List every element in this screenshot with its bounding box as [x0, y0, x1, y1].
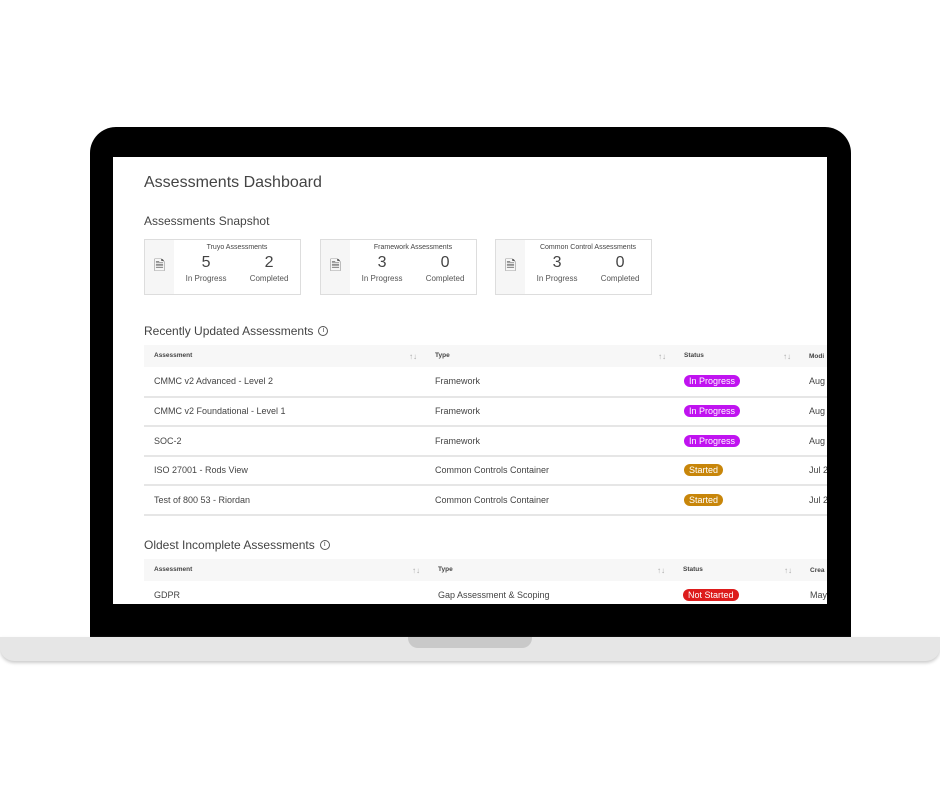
assessment-type: Gap Assessment & Scoping — [428, 581, 673, 604]
date-cell: Aug — [799, 426, 827, 457]
column-header[interactable]: Modi — [799, 345, 827, 367]
in-progress-count: 3 — [377, 254, 387, 271]
assessment-type: Framework — [425, 367, 674, 398]
column-header[interactable]: Crea — [800, 559, 827, 581]
snapshot-card[interactable]: 🗎 Framework Assessments 3 In Progress 0 Co… — [320, 239, 477, 295]
column-header[interactable]: Type ↑↓ — [425, 345, 674, 367]
column-label: Assessment — [154, 565, 193, 573]
table-row[interactable]: CMMC v2 Advanced - Level 2 Framework In Pr… — [144, 367, 827, 398]
column-header[interactable]: Assessment ↑↓ — [144, 345, 425, 367]
completed-label: Completed — [249, 274, 289, 283]
date-cell: Jul 2 — [799, 455, 827, 486]
status-badge: Started — [684, 493, 724, 506]
table-row[interactable]: GDPR Gap Assessment & Scoping Not Started M… — [144, 581, 827, 604]
sort-icon[interactable]: ↑↓ — [784, 566, 792, 575]
in-progress-count: 3 — [552, 254, 562, 271]
column-label: Status — [684, 351, 704, 359]
snapshot-card[interactable]: 🗎 Common Control Assessments 3 In Progres… — [495, 239, 652, 295]
oldest-heading-text: Oldest Incomplete Assessments — [144, 538, 315, 552]
completed-count: 2 — [264, 254, 274, 271]
oldest-assessments-table: Assessment ↑↓ Type ↑↓ Status ↑↓ Crea GDPR Gap As… — [144, 559, 827, 604]
page-title: Assessments Dashboard — [144, 174, 322, 191]
column-label: Assessment — [154, 351, 193, 359]
snapshot-card[interactable]: 🗎 Truyo Assessments 5 In Progress 2 Comple… — [144, 239, 301, 295]
in-progress-label: In Progress — [361, 274, 403, 283]
sort-icon[interactable]: ↑↓ — [658, 352, 666, 361]
completed-count: 0 — [615, 254, 625, 271]
date-cell: Aug — [799, 396, 827, 427]
assessment-type: Common Controls Container — [425, 485, 674, 516]
document-stack-icon: 🗎 — [145, 240, 174, 294]
recent-assessments-table: Assessment ↑↓ Type ↑↓ Status ↑↓ Modi CMMC v2 Ad… — [144, 345, 827, 516]
in-progress-count: 5 — [201, 254, 211, 271]
document-stack-icon: 🗎 — [496, 240, 525, 294]
recent-heading: Recently Updated Assessments i — [144, 324, 329, 338]
status-badge: In Progress — [684, 375, 741, 388]
sort-icon[interactable]: ↑↓ — [783, 352, 791, 361]
column-label: Crea — [810, 566, 825, 574]
info-icon[interactable]: i — [318, 326, 329, 336]
status-badge: Started — [684, 464, 724, 477]
assessment-name[interactable]: SOC-2 — [144, 426, 425, 457]
document-stack-icon: 🗎 — [321, 240, 350, 294]
column-header[interactable]: Assessment ↑↓ — [144, 559, 428, 581]
completed-label: Completed — [425, 274, 465, 283]
sort-icon[interactable]: ↑↓ — [409, 352, 417, 361]
table-header: Assessment ↑↓ Type ↑↓ Status ↑↓ Crea — [144, 559, 827, 581]
info-icon[interactable]: i — [319, 540, 330, 550]
status-badge: Not Started — [683, 589, 739, 602]
column-label: Modi — [809, 352, 825, 360]
date-cell: Aug — [799, 367, 827, 398]
status-cell: Not Started — [673, 581, 800, 604]
table-row[interactable]: SOC-2 Framework In Progress Aug — [144, 426, 827, 457]
snapshot-heading: Assessments Snapshot — [144, 214, 269, 228]
column-header[interactable]: Status ↑↓ — [674, 345, 799, 367]
column-header[interactable]: Type ↑↓ — [428, 559, 673, 581]
table-row[interactable]: ISO 27001 - Rods View Common Controls Con… — [144, 455, 827, 486]
status-cell: Started — [674, 485, 799, 516]
table-row[interactable]: CMMC v2 Foundational - Level 1 Framework I… — [144, 396, 827, 427]
sort-icon[interactable]: ↑↓ — [412, 566, 420, 575]
assessment-name[interactable]: Test of 800 53 - Riordan — [144, 485, 425, 516]
snapshot-heading-text: Assessments Snapshot — [144, 214, 270, 228]
in-progress-label: In Progress — [536, 274, 578, 283]
assessment-name[interactable]: ISO 27001 - Rods View — [144, 455, 425, 486]
column-label: Status — [683, 565, 703, 573]
assessment-type: Framework — [425, 396, 674, 427]
assessment-type: Common Controls Container — [425, 455, 674, 486]
completed-label: Completed — [600, 274, 640, 283]
date-cell: May — [800, 581, 827, 604]
assessment-name[interactable]: CMMC v2 Foundational - Level 1 — [144, 396, 425, 427]
in-progress-label: In Progress — [185, 274, 227, 283]
assessment-name[interactable]: GDPR — [144, 581, 428, 604]
sort-icon[interactable]: ↑↓ — [657, 566, 665, 575]
status-cell: In Progress — [674, 396, 799, 427]
laptop-notch — [408, 637, 532, 648]
oldest-heading: Oldest Incomplete Assessments i — [144, 538, 330, 552]
table-row[interactable]: Test of 800 53 - Riordan Common Controls … — [144, 485, 827, 516]
column-label: Type — [435, 351, 450, 359]
dashboard-screen: Assessments Dashboard Assessments Snapsh… — [113, 157, 827, 604]
status-cell: In Progress — [674, 426, 799, 457]
status-cell: Started — [674, 455, 799, 486]
status-badge: In Progress — [684, 434, 741, 447]
column-label: Type — [438, 565, 453, 573]
assessment-name[interactable]: CMMC v2 Advanced - Level 2 — [144, 367, 425, 398]
status-badge: In Progress — [684, 405, 741, 418]
card-title: Common Control Assessments — [539, 244, 637, 251]
status-cell: In Progress — [674, 367, 799, 398]
column-header[interactable]: Status ↑↓ — [673, 559, 800, 581]
completed-count: 0 — [440, 254, 450, 271]
card-title: Framework Assessments — [373, 244, 453, 251]
card-title: Truyo Assessments — [206, 244, 268, 251]
table-header: Assessment ↑↓ Type ↑↓ Status ↑↓ Modi — [144, 345, 827, 367]
date-cell: Jul 2 — [799, 485, 827, 516]
recent-heading-text: Recently Updated Assessments — [144, 324, 314, 338]
assessment-type: Framework — [425, 426, 674, 457]
